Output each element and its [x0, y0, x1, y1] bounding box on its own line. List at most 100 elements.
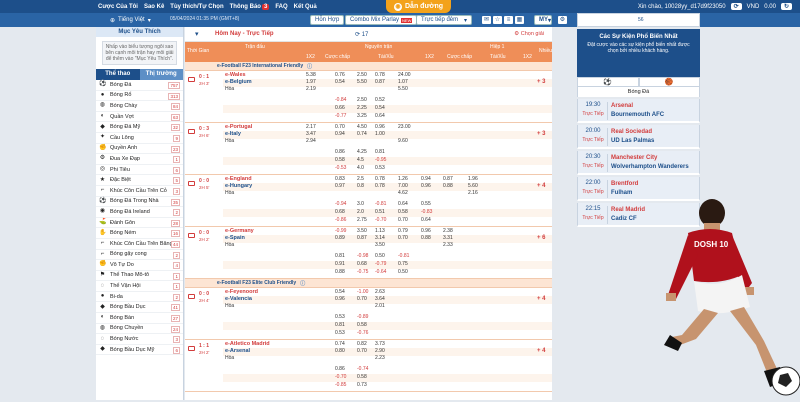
- sidebar-sport-item[interactable]: ✋ Bóng Ném 16: [96, 228, 183, 239]
- odds-cell[interactable]: 0.81: [335, 322, 345, 328]
- odds-cell[interactable]: 2.01: [375, 303, 385, 309]
- league-info-icon[interactable]: ⓘ: [307, 63, 312, 70]
- odds-cell[interactable]: 2.5: [357, 176, 364, 182]
- basketball-tab-icon[interactable]: 🏀: [638, 77, 700, 87]
- odds-cell[interactable]: 4.50: [357, 124, 367, 130]
- odds-cell[interactable]: 0.64: [398, 201, 408, 207]
- odds-cell[interactable]: 2.0: [357, 209, 364, 215]
- soccer-tab-icon[interactable]: ⚽: [577, 77, 639, 87]
- odds-cell[interactable]: -1.00: [357, 289, 368, 295]
- odds-cell[interactable]: 2.23: [375, 355, 385, 361]
- odds-cell[interactable]: 0.66: [335, 105, 345, 111]
- odds-cell[interactable]: 0.88: [443, 183, 453, 189]
- popular-fixture[interactable]: 20:00 Trực Tiếp Real Sociedad UD Las Palmas: [577, 125, 700, 149]
- more-markets-link[interactable]: + 6: [537, 235, 546, 241]
- odds-cell[interactable]: 7.00: [398, 183, 408, 189]
- odds-cell[interactable]: 0.73: [357, 382, 367, 388]
- odds-cell[interactable]: 0.55: [421, 201, 431, 207]
- odds-cell[interactable]: 0.78: [375, 176, 385, 182]
- sidebar-sport-item[interactable]: ◉ Bóng Đá Ireland 2: [96, 207, 183, 218]
- odds-cell[interactable]: 0.83: [335, 176, 345, 182]
- settings-gear-icon[interactable]: ⚙: [558, 16, 567, 24]
- choose-league-button[interactable]: ⚙ Chọn giải: [514, 31, 544, 37]
- odds-cell[interactable]: 0.96: [375, 124, 385, 130]
- odds-cell[interactable]: -0.74: [357, 366, 368, 372]
- odds-cell[interactable]: 0.81: [335, 253, 345, 259]
- home-team[interactable]: e-Portugal: [225, 124, 252, 130]
- odds-cell[interactable]: 0.87: [443, 176, 453, 182]
- odds-cell[interactable]: 4.0: [357, 165, 364, 171]
- event-search[interactable]: 56: [577, 13, 700, 27]
- live-tv-icon[interactable]: [188, 294, 195, 299]
- odds-cell[interactable]: 0.88: [335, 269, 345, 275]
- sidebar-sport-item[interactable]: ● Bi-da 2: [96, 292, 183, 303]
- odds-cell[interactable]: 2.94: [306, 138, 316, 144]
- sidebar-sport-item[interactable]: ⚙ Đua Xe Đạp 1: [96, 154, 183, 165]
- sidebar-sport-item[interactable]: ◌ Bóng Nước 3: [96, 334, 183, 345]
- odds-cell[interactable]: 0.54: [375, 105, 385, 111]
- odds-cell[interactable]: -0.99: [335, 228, 346, 234]
- odds-cell[interactable]: -0.70: [335, 374, 346, 380]
- odds-cell[interactable]: 0.91: [335, 261, 345, 267]
- odds-cell[interactable]: 0.80: [335, 348, 345, 354]
- odds-cell[interactable]: 2.38: [443, 228, 453, 234]
- odds-cell[interactable]: 0.96: [335, 296, 345, 302]
- odds-cell[interactable]: 5.38: [306, 72, 316, 78]
- league-header[interactable]: e-Football F23 Elite Club Friendly ⓘ: [185, 279, 552, 288]
- odds-cell[interactable]: 1.96: [468, 176, 478, 182]
- odds-cell[interactable]: 0.53: [335, 330, 345, 336]
- odds-cell[interactable]: 5.60: [468, 183, 478, 189]
- more-markets-link[interactable]: + 4: [537, 348, 546, 354]
- sidebar-sport-item[interactable]: ◆ Bóng Đá Mỹ 32: [96, 122, 183, 133]
- odds-cell[interactable]: 0.68: [357, 261, 367, 267]
- odds-cell[interactable]: 4.5: [357, 157, 364, 163]
- home-team[interactable]: e-Wales: [225, 72, 246, 78]
- odds-cell[interactable]: 3.25: [357, 113, 367, 119]
- odds-cell[interactable]: 0.94: [335, 131, 345, 137]
- home-team[interactable]: e-Feyenoord: [225, 289, 258, 295]
- odds-cell[interactable]: 0.75: [398, 261, 408, 267]
- brand-logo[interactable]: ◉ Dẫn đường: [386, 0, 452, 13]
- odds-cell[interactable]: -0.84: [335, 97, 346, 103]
- odds-cell[interactable]: -0.70: [375, 217, 386, 223]
- odds-cell[interactable]: -0.85: [335, 382, 346, 388]
- sidebar-sport-item[interactable]: ✦ Cầu Lông 9: [96, 133, 183, 144]
- live-tv-icon[interactable]: [188, 77, 195, 82]
- sidebar-sport-item[interactable]: ✊ Quyền Anh 23: [96, 144, 183, 155]
- odds-cell[interactable]: -0.89: [357, 314, 368, 320]
- league-header[interactable]: e-Football F23 International Friendly ⓘ: [185, 62, 552, 71]
- odds-cell[interactable]: 2.50: [357, 97, 367, 103]
- live-tv-icon[interactable]: [188, 129, 195, 134]
- odds-cell[interactable]: 2.63: [375, 289, 385, 295]
- odds-cell[interactable]: 2.50: [357, 72, 367, 78]
- popular-fixture[interactable]: 19:30 Trực Tiếp Arsenal Bournemouth AFC: [577, 99, 700, 123]
- odds-cell[interactable]: 0.70: [398, 235, 408, 241]
- odds-cell[interactable]: 3.50: [357, 228, 367, 234]
- odds-cell[interactable]: -0.94: [335, 201, 346, 207]
- home-team[interactable]: e-England: [225, 176, 252, 182]
- odds-cell[interactable]: 0.70: [357, 348, 367, 354]
- odds-cell[interactable]: 0.64: [375, 113, 385, 119]
- odds-cell[interactable]: 0.87: [357, 235, 367, 241]
- odds-cell[interactable]: 2.19: [306, 86, 316, 92]
- odds-cell[interactable]: 0.81: [375, 149, 385, 155]
- odds-cell[interactable]: 0.58: [335, 157, 345, 163]
- odds-cell[interactable]: 3.64: [375, 296, 385, 302]
- home-team[interactable]: e-Atletico Madrid: [225, 341, 270, 347]
- league-info-icon[interactable]: ⓘ: [300, 280, 305, 287]
- live-tv-icon[interactable]: [188, 346, 195, 351]
- odds-cell[interactable]: -0.53: [335, 165, 346, 171]
- odds-cell[interactable]: -0.86: [335, 217, 346, 223]
- sidebar-sport-item[interactable]: ⛳ Đánh Gôn 28: [96, 218, 183, 229]
- refresh-count-icon[interactable]: ⟳: [355, 32, 362, 38]
- odds-cell[interactable]: 0.50: [375, 253, 385, 259]
- odds-cell[interactable]: 0.58: [398, 209, 408, 215]
- odds-cell[interactable]: 0.64: [421, 217, 431, 223]
- odds-cell[interactable]: 24.00: [398, 72, 411, 78]
- odds-cell[interactable]: 1.07: [398, 79, 408, 85]
- odds-cell[interactable]: 0.74: [357, 131, 367, 137]
- odds-cell[interactable]: 0.68: [335, 209, 345, 215]
- odds-cell[interactable]: 0.8: [357, 183, 364, 189]
- odds-cell[interactable]: 2.75: [357, 217, 367, 223]
- odds-cell[interactable]: 23.00: [398, 124, 411, 130]
